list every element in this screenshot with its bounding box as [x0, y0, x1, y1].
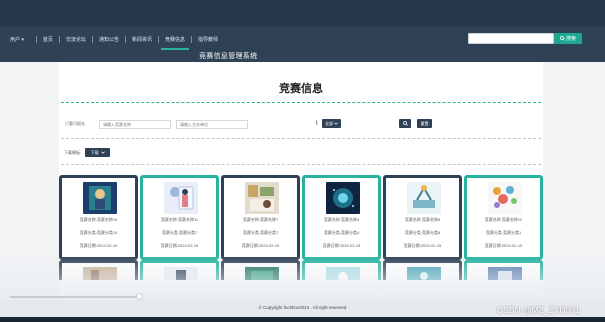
competition-card[interactable] [221, 260, 300, 280]
download-button[interactable]: 下载 [85, 148, 111, 157]
category-select-label: 全部 [325, 120, 333, 126]
competition-category: 竞赛分类:竞赛分类4 [323, 230, 360, 235]
competition-category: 竞赛分类:竞赛分类7 [242, 230, 279, 235]
chevron-down-icon [334, 122, 338, 125]
competition-category: 竞赛分类:竞赛分类8 [404, 230, 441, 235]
competition-card[interactable] [59, 260, 138, 280]
video-progress-track[interactable] [10, 296, 140, 298]
main-nav: 用户 ▾ 首页 交流论坛 通知公告 新闻资讯 竞赛信息 指导教师 [10, 32, 220, 50]
competition-card[interactable] [464, 260, 543, 280]
competition-date: 竞赛日期:2024-02-19 [160, 243, 199, 248]
competition-image [407, 267, 441, 280]
filter-bar: 只看可报名 [65, 119, 248, 129]
competition-card[interactable]: 竞赛名称:竞赛名称12 竞赛分类:竞赛分类1 竞赛日期:2024-02-19 [464, 175, 543, 260]
competition-category: 竞赛分类:竞赛分类10 [79, 230, 118, 235]
competition-card[interactable] [383, 260, 462, 280]
competition-image [488, 267, 522, 280]
nav-item-notice[interactable]: 通知公告 [97, 36, 121, 43]
top-search-input[interactable] [468, 33, 554, 44]
competition-category: 竞赛分类:竞赛分类7 [161, 230, 198, 235]
list-divider [61, 164, 541, 165]
nav-divider [157, 35, 159, 43]
download-label: 下载模板: [64, 149, 82, 155]
competition-name: 竞赛名称:竞赛名称4 [323, 217, 360, 222]
watermark-text: CSDN @MZ_ZXD001 [497, 306, 580, 315]
top-search-button[interactable]: 搜索 [554, 33, 582, 44]
bottom-bar [0, 317, 605, 322]
competition-date: 竞赛日期:2024-02-19 [241, 243, 280, 248]
search-icon [402, 121, 408, 126]
system-title: 竞赛信息管理系统 [199, 53, 258, 60]
reset-button[interactable]: 重置 [417, 119, 432, 128]
competition-card[interactable] [302, 260, 381, 280]
competition-image [245, 267, 279, 280]
nav-divider [124, 35, 126, 43]
competition-name-input[interactable] [99, 119, 171, 129]
page-title: 竞赛信息 [279, 83, 323, 95]
chevron-down-icon [100, 151, 105, 154]
top-navbar: 用户 ▾ 首页 交流论坛 通知公告 新闻资讯 竞赛信息 指导教师 竞赛信息管理系… [0, 0, 605, 62]
nav-item-forum[interactable]: 交流论坛 [64, 36, 88, 43]
competition-date: 竞赛日期:2024-02-19 [322, 243, 361, 248]
competition-image [326, 182, 360, 214]
competition-date: 竞赛日期:2024-02-19 [403, 243, 442, 248]
competition-image [164, 267, 198, 280]
top-search-label: 搜索 [565, 36, 576, 42]
competition-name: 竞赛名称:竞赛名称10 [79, 217, 118, 222]
title-divider [61, 102, 541, 103]
nav-item-competition[interactable]: 竞赛信息 [160, 36, 190, 50]
search-button[interactable] [399, 119, 411, 128]
competition-card[interactable]: 竞赛名称:竞赛名称10 竞赛分类:竞赛分类10 竞赛日期:2024-02-19 [59, 175, 138, 260]
filter-divider [61, 138, 541, 139]
competition-name: 竞赛名称:竞赛名称8 [404, 217, 441, 222]
competition-category: 竞赛分类:竞赛分类1 [485, 230, 522, 235]
only-registrable-toggle[interactable]: 只看可报名 [65, 121, 85, 127]
nav-divider [190, 35, 192, 43]
competition-card[interactable]: 竞赛名称:竞赛名称11 竞赛分类:竞赛分类7 竞赛日期:2024-02-19 [140, 175, 219, 260]
competition-name: 竞赛名称:竞赛名称7 [242, 217, 279, 222]
download-button-label: 下载 [90, 149, 99, 155]
category-select[interactable]: 全部 [322, 119, 341, 128]
competition-image [83, 182, 117, 214]
video-progress-handle[interactable] [136, 293, 143, 300]
text-cursor-icon: I [316, 121, 318, 127]
competition-image [164, 182, 198, 214]
competition-date: 竞赛日期:2024-02-19 [484, 243, 523, 248]
competition-card[interactable]: 竞赛名称:竞赛名称8 竞赛分类:竞赛分类8 竞赛日期:2024-02-19 [383, 175, 462, 260]
competition-image [245, 182, 279, 214]
user-menu[interactable]: 用户 ▾ [10, 36, 24, 43]
competition-date: 竞赛日期:2024-02-19 [79, 243, 118, 248]
competition-card[interactable]: 竞赛名称:竞赛名称4 竞赛分类:竞赛分类4 竞赛日期:2024-02-19 [302, 175, 381, 260]
competition-image [488, 182, 522, 214]
competition-card[interactable]: 竞赛名称:竞赛名称7 竞赛分类:竞赛分类7 竞赛日期:2024-02-19 [221, 175, 300, 260]
competition-name: 竞赛名称:竞赛名称12 [484, 217, 523, 222]
competition-card[interactable] [140, 260, 219, 280]
nav-item-news[interactable]: 新闻资讯 [130, 36, 154, 43]
competition-image [407, 182, 441, 214]
nav-item-home[interactable]: 首页 [41, 36, 55, 43]
competition-image [83, 267, 117, 280]
navbar-strip [0, 0, 605, 27]
nav-divider [35, 35, 37, 43]
competition-image [326, 267, 360, 280]
nav-item-teachers[interactable]: 指导教师 [196, 36, 220, 43]
nav-divider [58, 35, 60, 43]
organizer-input[interactable] [176, 119, 248, 129]
competition-name: 竞赛名称:竞赛名称11 [160, 217, 199, 222]
search-icon [560, 36, 565, 41]
main-panel: 竞赛信息 只看可报名 I 全部 重置 下载模板: 下载 竞赛名称:竞赛名称10 … [59, 62, 543, 308]
nav-divider [91, 35, 93, 43]
download-row: 下载模板: 下载 [64, 148, 111, 157]
